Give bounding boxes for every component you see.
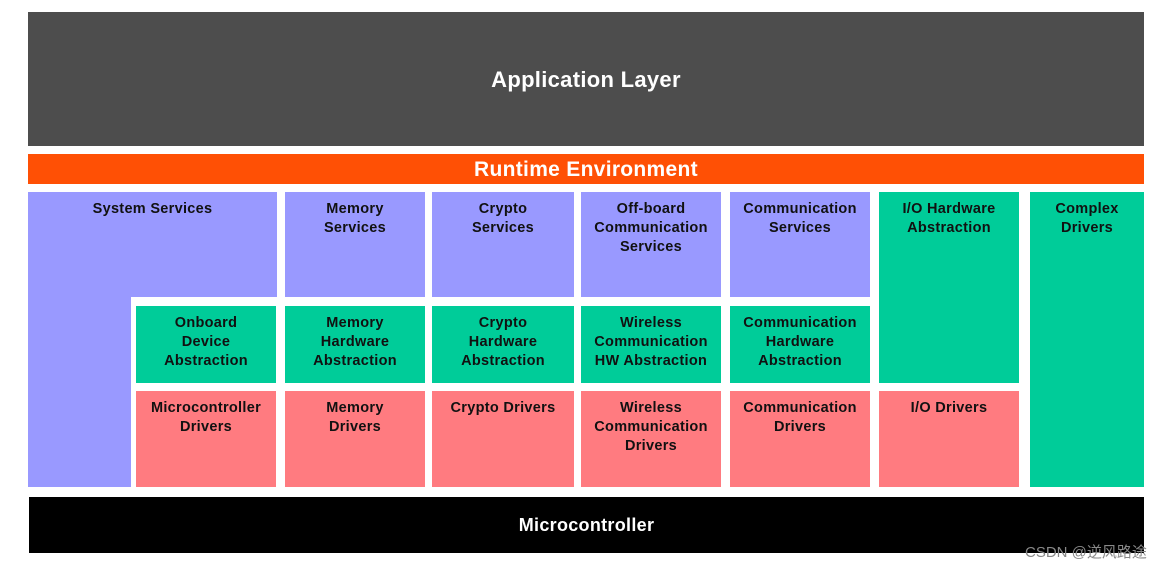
microcontroller-layer: Microcontroller bbox=[29, 497, 1144, 553]
system-services-label: System Services bbox=[92, 201, 213, 217]
label: Communication Services bbox=[743, 201, 857, 236]
system-services-column bbox=[28, 296, 131, 487]
runtime-environment-label: Runtime Environment bbox=[474, 157, 698, 181]
wireless-communication-drivers: Wireless Communication Drivers bbox=[581, 391, 721, 487]
label: I/O Hardware Abstraction bbox=[902, 201, 996, 236]
label: Crypto Services bbox=[471, 201, 535, 236]
label: Communication Drivers bbox=[743, 400, 857, 435]
label: Off-board Communication Services bbox=[594, 201, 708, 255]
memory-hardware-abstraction: Memory Hardware Abstraction bbox=[285, 306, 425, 383]
runtime-environment: Runtime Environment bbox=[28, 154, 1144, 184]
label: Complex Drivers bbox=[1055, 201, 1119, 236]
communication-hardware-abstraction: Communication Hardware Abstraction bbox=[730, 306, 870, 383]
offboard-communication-services: Off-board Communication Services bbox=[581, 192, 721, 297]
label: I/O Drivers bbox=[910, 400, 988, 416]
label: Memory Drivers bbox=[326, 400, 384, 435]
communication-drivers: Communication Drivers bbox=[730, 391, 870, 487]
microcontroller-label: Microcontroller bbox=[518, 514, 655, 535]
crypto-hardware-abstraction: Crypto Hardware Abstraction bbox=[432, 306, 574, 383]
wireless-communication-hw-abstraction: Wireless Communication HW Abstraction bbox=[581, 306, 721, 383]
io-drivers: I/O Drivers bbox=[879, 391, 1019, 487]
application-layer-label: Application Layer bbox=[491, 66, 681, 92]
complex-drivers: Complex Drivers bbox=[1030, 192, 1144, 487]
application-layer: Application Layer bbox=[28, 12, 1144, 146]
label: Microcontroller Drivers bbox=[150, 400, 262, 435]
label: Wireless Communication HW Abstraction bbox=[594, 315, 708, 369]
memory-services: Memory Services bbox=[285, 192, 425, 297]
communication-services: Communication Services bbox=[730, 192, 870, 297]
label: Communication Hardware Abstraction bbox=[743, 315, 857, 369]
system-services: System Services bbox=[28, 192, 277, 297]
crypto-services: Crypto Services bbox=[432, 192, 574, 297]
microcontroller-drivers: Microcontroller Drivers bbox=[136, 391, 276, 487]
label: Crypto Hardware Abstraction bbox=[461, 315, 545, 369]
label: Memory Hardware Abstraction bbox=[313, 315, 397, 369]
label: Crypto Drivers bbox=[450, 400, 556, 416]
io-hardware-abstraction: I/O Hardware Abstraction bbox=[879, 192, 1019, 383]
memory-drivers: Memory Drivers bbox=[285, 391, 425, 487]
crypto-drivers: Crypto Drivers bbox=[432, 391, 574, 487]
watermark: CSDN @逆风路途 bbox=[1025, 544, 1147, 561]
label: Onboard Device Abstraction bbox=[164, 315, 248, 369]
label: Wireless Communication Drivers bbox=[594, 400, 708, 454]
onboard-device-abstraction: Onboard Device Abstraction bbox=[136, 306, 276, 383]
label: Memory Services bbox=[323, 201, 387, 236]
